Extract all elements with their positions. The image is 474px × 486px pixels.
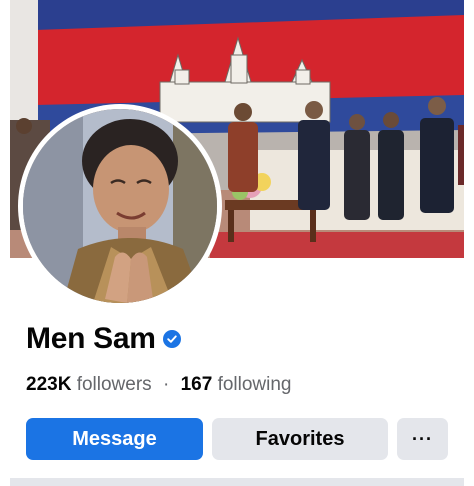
followers-label[interactable]: followers xyxy=(77,374,152,395)
profile-name: Men Sam xyxy=(26,322,156,355)
followers-count[interactable]: 223K xyxy=(26,374,71,395)
section-divider xyxy=(10,478,464,486)
profile-page: Men Sam 223K followers · 167 following M… xyxy=(0,0,474,486)
profile-name-row: Men Sam xyxy=(26,322,181,356)
favorites-button[interactable]: Favorites xyxy=(212,418,388,460)
verified-badge-icon xyxy=(162,330,181,348)
following-count[interactable]: 167 xyxy=(181,374,213,395)
profile-stats: 223K followers · 167 following xyxy=(26,374,292,396)
more-options-icon[interactable]: ··· xyxy=(397,418,448,460)
avatar xyxy=(23,109,217,303)
profile-picture[interactable] xyxy=(18,104,222,308)
stats-separator: · xyxy=(162,374,170,395)
message-button[interactable]: Message xyxy=(26,418,203,460)
avatar-image xyxy=(23,109,217,303)
following-label[interactable]: following xyxy=(218,374,292,395)
